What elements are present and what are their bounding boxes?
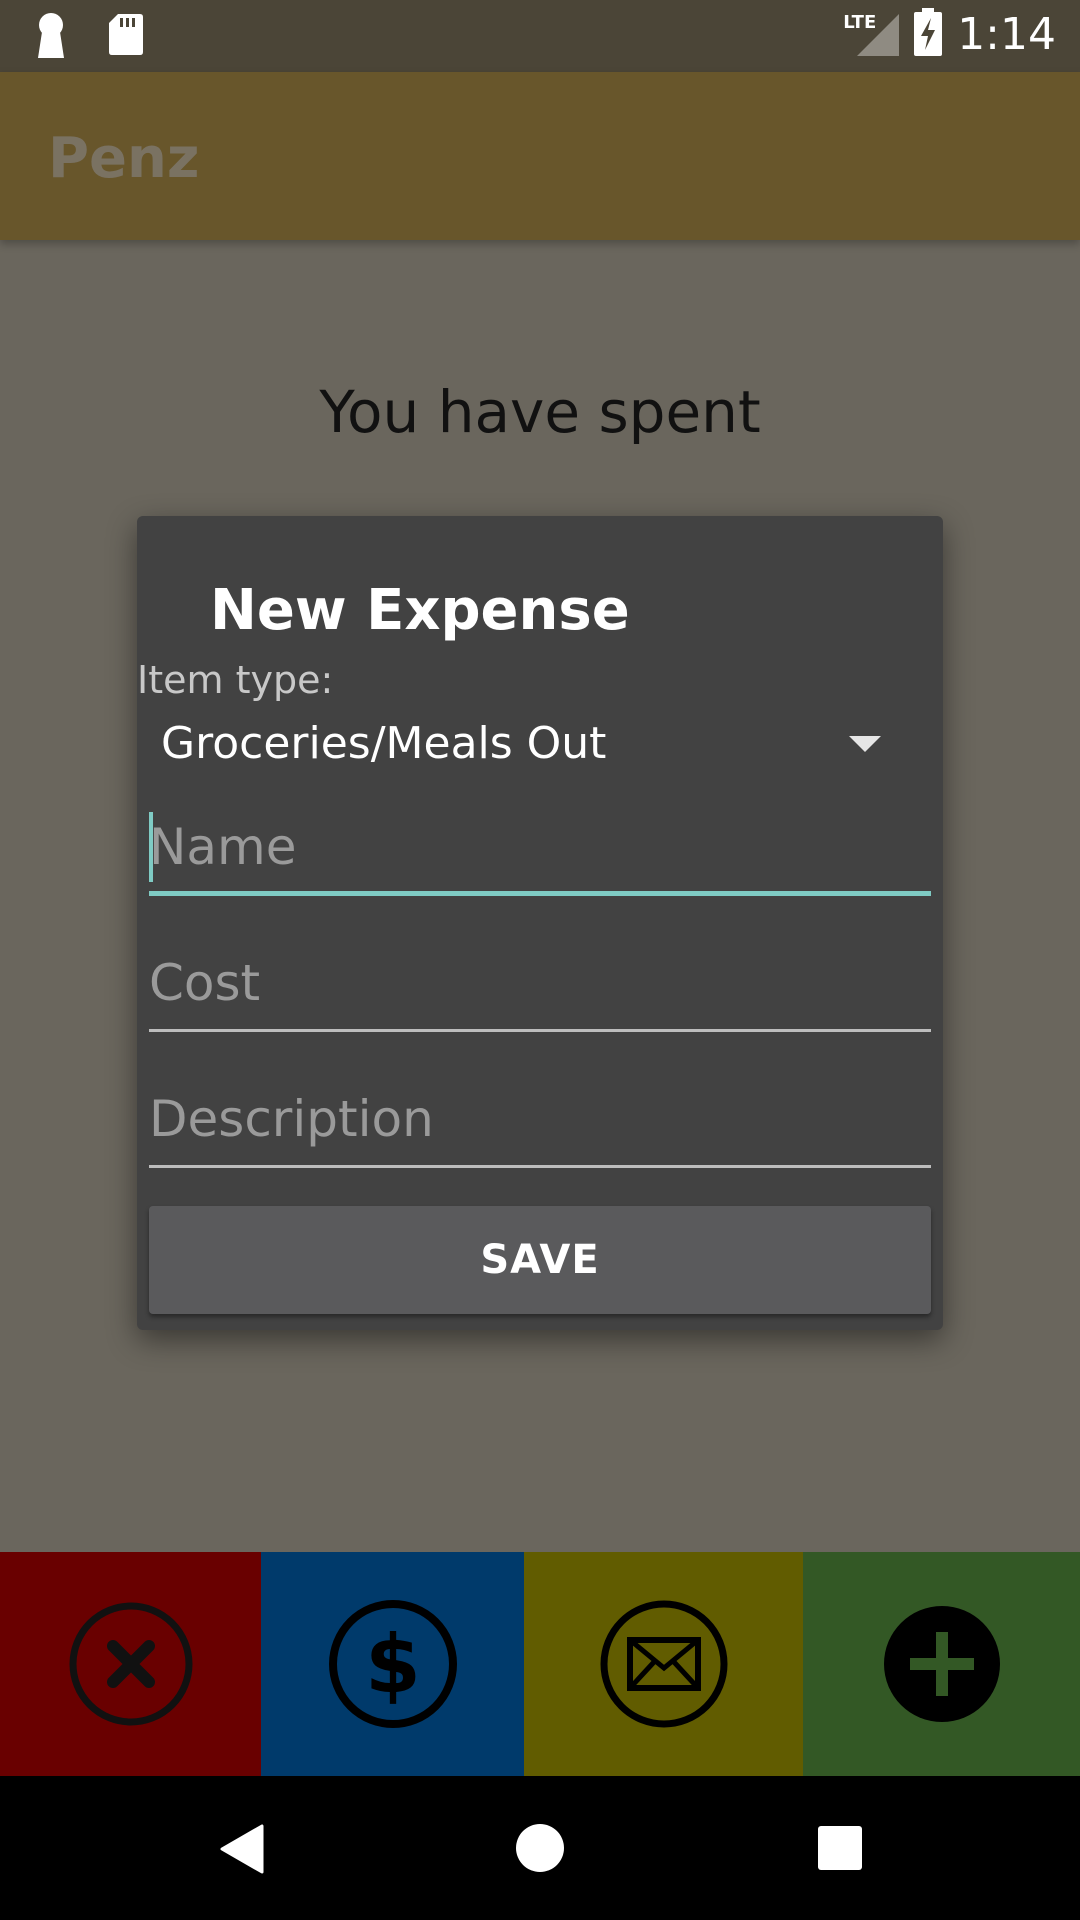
add-action-button[interactable]: [803, 1552, 1080, 1776]
battery-charging-icon: [913, 8, 943, 60]
name-input[interactable]: [149, 806, 931, 888]
item-type-label: Item type:: [137, 658, 334, 702]
dollar-icon: $: [328, 1600, 457, 1728]
app-title: Penz: [48, 126, 200, 191]
signal-icon: LTE: [843, 10, 900, 58]
sd-card-icon: [108, 12, 144, 64]
dialog-title: New Expense: [210, 578, 630, 643]
status-time: 1:14: [957, 8, 1056, 60]
item-type-spinner[interactable]: Groceries/Meals Out: [149, 710, 923, 790]
dropdown-arrow-icon: [849, 736, 881, 752]
network-type: LTE: [843, 12, 877, 33]
delete-action-button[interactable]: [0, 1552, 261, 1776]
email-action-button[interactable]: [524, 1552, 803, 1776]
name-underline: [149, 891, 931, 896]
status-bar: LTE 1:14: [0, 0, 1080, 72]
system-navigation-bar: [0, 1776, 1080, 1920]
recents-icon[interactable]: [818, 1826, 862, 1870]
cost-field[interactable]: [149, 942, 931, 1032]
expenses-action-button[interactable]: $: [261, 1552, 524, 1776]
description-underline: [149, 1165, 931, 1168]
keyhole-icon: [34, 12, 68, 64]
item-type-value: Groceries/Meals Out: [161, 718, 607, 769]
new-expense-dialog: New Expense Item type: Groceries/Meals O…: [137, 516, 943, 1330]
cost-underline: [149, 1029, 931, 1032]
home-icon[interactable]: [516, 1824, 564, 1872]
bottom-action-bar: $: [0, 1552, 1080, 1776]
save-button[interactable]: SAVE: [149, 1206, 931, 1314]
cost-input[interactable]: [149, 942, 931, 1024]
app-bar: Penz: [0, 72, 1080, 240]
svg-text:$: $: [365, 1618, 421, 1711]
back-icon[interactable]: [218, 1824, 264, 1878]
description-input[interactable]: [149, 1078, 931, 1160]
name-field[interactable]: [149, 806, 931, 896]
mail-icon: [600, 1600, 727, 1728]
spent-label: You have spent: [319, 378, 761, 446]
add-icon: [883, 1606, 1000, 1722]
close-icon: [69, 1602, 192, 1726]
description-field[interactable]: [149, 1078, 931, 1168]
